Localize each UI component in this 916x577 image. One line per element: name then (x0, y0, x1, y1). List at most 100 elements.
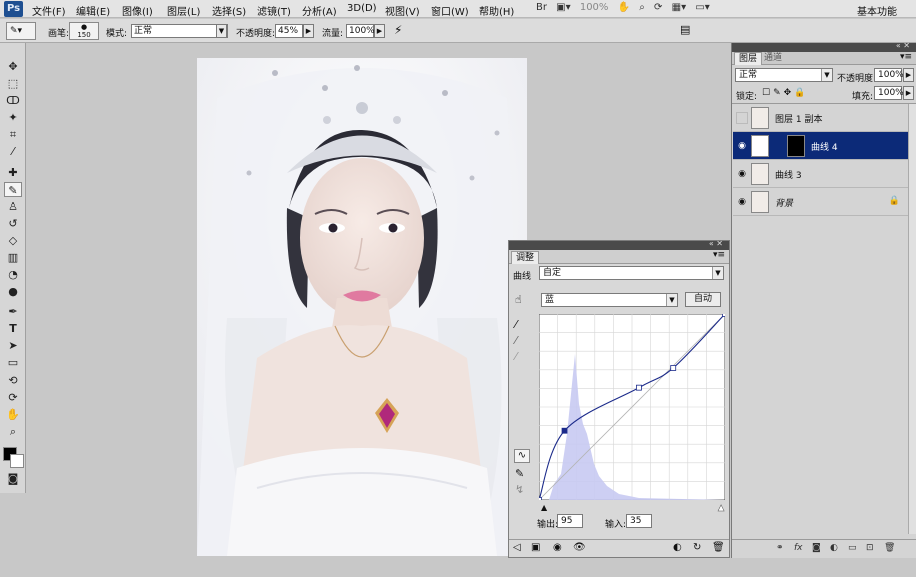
expand-view-icon[interactable]: ▣ (531, 542, 540, 553)
draw-curve-icon[interactable]: ✎ (515, 467, 524, 480)
gray-point-eyedropper-icon[interactable]: ⁄ (515, 334, 517, 347)
collapse-panel-icon[interactable]: « ✕ (709, 239, 723, 248)
menu-help[interactable]: 帮助(H) (479, 3, 514, 18)
screen-layout-icon[interactable]: ▭▾ (695, 2, 709, 13)
tool-preset-picker[interactable]: ✎▾ (6, 22, 36, 40)
clip-to-layer-icon[interactable]: ◉ (553, 542, 562, 553)
layers-scrollbar[interactable] (908, 104, 916, 534)
tab-channels[interactable]: 通道 (760, 52, 786, 65)
panel-menu-icon[interactable]: ▾≡ (900, 52, 912, 62)
menu-filter[interactable]: 滤镜(T) (257, 3, 291, 18)
input-field[interactable]: 35 (626, 514, 652, 528)
curve-control-point[interactable] (539, 497, 542, 501)
curve-control-point[interactable] (636, 384, 642, 391)
white-point-slider-icon[interactable]: ▲ (718, 503, 725, 513)
healing-brush-icon[interactable]: ✚ (4, 165, 22, 180)
layer-name[interactable]: 背景 (775, 196, 793, 209)
layer-name[interactable]: 曲线 3 (775, 168, 802, 181)
mode-select[interactable]: 正常 ▼ (131, 24, 228, 38)
layer-opacity-arrow-icon[interactable]: ▶ (903, 68, 914, 82)
panel-menu-icon[interactable]: ▾≡ (713, 250, 725, 260)
hand-tool-icon[interactable]: ✋ (618, 2, 630, 13)
layer-name[interactable]: 图层 1 副本 (775, 112, 822, 125)
add-mask-icon[interactable]: ◙ (812, 543, 821, 553)
brush-icon[interactable]: ✎ (4, 182, 22, 197)
opacity-field[interactable]: 45% (275, 24, 303, 38)
collapse-panel-icon[interactable]: « ✕ (896, 41, 910, 50)
flow-field[interactable]: 100% (346, 24, 375, 38)
brush-panel-toggle-icon[interactable]: ▤ (680, 23, 690, 36)
visibility-eye-icon[interactable]: ◉ (736, 196, 748, 208)
delete-layer-icon[interactable]: 🗑 (884, 543, 895, 553)
zoom-tool-icon[interactable]: ⌕ (639, 2, 645, 13)
blend-mode-select[interactable]: 正常 ▼ (735, 68, 833, 82)
layer-style-icon[interactable]: fx (794, 543, 803, 553)
3d-orbit-icon[interactable]: ⟳ (4, 390, 22, 405)
layer-row-background[interactable]: ◉ 背景 🔒 (733, 188, 908, 216)
tab-adjustments[interactable]: 调整 (511, 251, 540, 264)
new-group-icon[interactable]: ▭ (848, 543, 857, 553)
crop-icon[interactable]: ⌗ (4, 127, 22, 142)
menu-file[interactable]: 文件(F) (32, 3, 66, 18)
menu-3d[interactable]: 3D(D) (347, 3, 377, 14)
fill-field[interactable]: 100% (874, 86, 904, 100)
magic-wand-icon[interactable]: ✦ (4, 110, 22, 125)
black-point-eyedropper-icon[interactable]: ⁄ (515, 318, 517, 331)
menu-edit[interactable]: 编辑(E) (76, 3, 110, 18)
previous-state-icon[interactable]: ◐ (673, 542, 682, 553)
visibility-off-icon[interactable] (736, 112, 748, 124)
white-point-eyedropper-icon[interactable]: ⁄ (515, 350, 517, 363)
clone-stamp-icon[interactable]: ♙ (4, 199, 22, 214)
eraser-icon[interactable]: ◇ (4, 233, 22, 248)
curve-control-point[interactable] (722, 314, 726, 317)
layer-mask-thumbnail[interactable] (787, 135, 805, 157)
panel-header[interactable]: « ✕ (732, 41, 916, 52)
visibility-eye-icon[interactable]: ◉ (736, 140, 748, 152)
blur-icon[interactable]: ◔ (4, 267, 22, 282)
history-brush-icon[interactable]: ↺ (4, 216, 22, 231)
visibility-eye-icon[interactable]: 👁 (573, 542, 586, 553)
menu-select[interactable]: 选择(S) (212, 3, 246, 18)
screen-mode-icon[interactable]: ▣▾ (556, 2, 570, 13)
link-layers-icon[interactable]: ⚭ (776, 543, 784, 553)
curve-control-point[interactable] (670, 365, 677, 371)
delete-adjustment-icon[interactable]: 🗑 (712, 542, 725, 553)
zoom-level[interactable]: 100% (580, 2, 609, 13)
zoom-icon[interactable]: ⌕ (4, 424, 22, 439)
dodge-icon[interactable]: ● (4, 284, 22, 299)
lock-options-icon[interactable]: ☐✎✥🔒 (762, 88, 808, 98)
panel-header[interactable]: « ✕ (509, 239, 729, 250)
menu-view[interactable]: 视图(V) (385, 3, 420, 18)
marquee-icon[interactable]: ⬚ (4, 76, 22, 91)
channel-select[interactable]: 蓝 ▼ (541, 293, 678, 307)
path-select-icon[interactable]: ➤ (4, 338, 22, 353)
new-adjustment-layer-icon[interactable]: ◐ (830, 543, 838, 553)
layer-row-curves3[interactable]: ◉ 曲线 3 (733, 160, 908, 188)
gradient-icon[interactable]: ▥ (4, 250, 22, 265)
workspace-switcher[interactable]: 基本功能 (857, 3, 897, 18)
document-canvas[interactable] (197, 58, 527, 556)
layer-opacity-field[interactable]: 100% (874, 68, 904, 82)
menu-layer[interactable]: 图层(L) (167, 3, 200, 18)
black-point-slider-icon[interactable]: ▲ (541, 503, 547, 512)
tab-layers[interactable]: 图层 (734, 52, 763, 65)
curve-control-point[interactable] (561, 427, 568, 434)
layer-name[interactable]: 曲线 4 (811, 140, 838, 153)
output-field[interactable]: 95 (557, 514, 583, 528)
new-layer-icon[interactable]: ⊡ (866, 543, 874, 553)
lasso-icon[interactable]: ↀ (4, 93, 22, 108)
auto-button[interactable]: 自动 (685, 292, 721, 307)
reset-icon[interactable]: ↻ (693, 542, 701, 553)
opacity-slider-arrow-icon[interactable]: ▶ (303, 24, 314, 38)
airbrush-icon[interactable]: ⚡ (394, 23, 402, 37)
menu-analysis[interactable]: 分析(A) (302, 3, 337, 18)
shape-icon[interactable]: ▭ (4, 355, 22, 370)
3d-rotate-icon[interactable]: ⟲ (4, 373, 22, 388)
layer-row-copy[interactable]: 图层 1 副本 (733, 104, 908, 132)
flow-slider-arrow-icon[interactable]: ▶ (374, 24, 385, 38)
preset-select[interactable]: 自定 ▼ (539, 266, 724, 280)
return-to-list-icon[interactable]: ◁ (513, 542, 521, 553)
eyedropper-icon[interactable]: ⁄ (4, 144, 22, 159)
hand-icon[interactable]: ✋ (4, 407, 22, 422)
move-icon[interactable]: ✥ (4, 59, 22, 74)
